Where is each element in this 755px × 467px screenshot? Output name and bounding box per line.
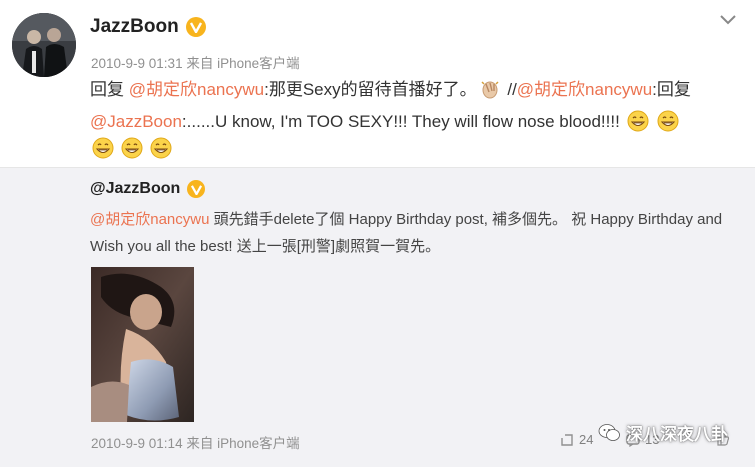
grin-emoji-icon (92, 137, 114, 159)
grin-emoji-icon (150, 137, 172, 159)
quoted-mention-link[interactable]: @胡定欣nancywu (90, 211, 209, 228)
clap-emoji-icon (481, 81, 499, 99)
reply-text: :那更Sexy的留待首播好了。 (264, 80, 477, 99)
watermark-text: 深八深夜八卦 (626, 425, 728, 445)
verified-v-icon (185, 17, 206, 37)
emoji-row (90, 137, 174, 159)
reply-label: 回复 (90, 80, 129, 99)
mention-link[interactable]: @胡定欣nancywu (129, 80, 264, 99)
mention-link-2[interactable]: @胡定欣nancywu (517, 80, 652, 99)
post-username[interactable]: JazzBoon (90, 16, 206, 38)
quoted-photo[interactable] (91, 267, 194, 422)
repost-separator: // (502, 80, 517, 99)
grin-emoji-icon (627, 110, 649, 132)
quoted-username[interactable]: @JazzBoon (90, 180, 206, 198)
avatar[interactable] (12, 13, 76, 77)
reply-label-2: :回复 (652, 80, 691, 99)
wechat-logo-icon (598, 423, 620, 441)
grin-emoji-icon (657, 110, 679, 132)
watermark: 深八深夜八卦 (598, 420, 728, 445)
repost-action[interactable]: 24 (560, 432, 593, 447)
mention-link-3[interactable]: @JazzBoon (90, 112, 182, 131)
quoted-username-text[interactable]: @JazzBoon (90, 180, 180, 198)
verified-v-icon (187, 180, 206, 198)
chevron-down-icon[interactable] (719, 13, 737, 27)
repost-count: 24 (579, 432, 594, 447)
post-meta: 2010-9-9 01:31 来自 iPhone客户端 (91, 56, 300, 71)
quoted-content: @胡定欣nancywu 頭先錯手delete了個 Happy Birthday … (90, 206, 740, 260)
quoted-meta: 2010-9-9 01:14 来自 iPhone客户端 (91, 436, 300, 451)
reply-text-2: :......U know, I'm TOO SEXY!!! They will… (181, 112, 620, 131)
username-text[interactable]: JazzBoon (90, 16, 179, 38)
post-content: 回复 @胡定欣nancywu:那更Sexy的留待首播好了。 //@胡定欣nanc… (90, 74, 740, 138)
grin-emoji-icon (121, 137, 143, 159)
repost-icon[interactable] (560, 433, 574, 447)
